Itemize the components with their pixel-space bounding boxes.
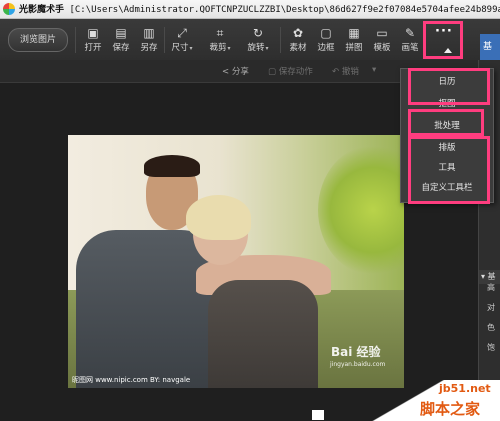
crop-button[interactable]: ⌗ 裁剪▾ [205, 24, 235, 58]
chevron-down-icon: ▾ [189, 45, 193, 52]
template-label: 模板 [373, 43, 391, 53]
browse-images-button[interactable]: 浏览图片 [8, 28, 68, 52]
rotate-button[interactable]: ↻ 旋转▾ [243, 24, 273, 58]
open-icon: ▣ [87, 26, 99, 40]
crop-label: 裁剪 [209, 43, 227, 53]
undo-icon: ↶ [332, 67, 340, 77]
tab-basic[interactable]: 基本 [480, 34, 500, 60]
save-icon: ▤ [115, 26, 127, 40]
resize-label: 尺寸 [171, 43, 189, 53]
photo-foliage [318, 145, 404, 275]
share-button[interactable]: < 分享 [222, 65, 249, 77]
brush-button[interactable]: ✎ 画笔 [395, 24, 425, 58]
open-label: 打开 [84, 43, 102, 53]
template-icon: ▭ [376, 26, 388, 40]
app-logo-icon [3, 3, 15, 15]
template-button[interactable]: ▭ 模板 [367, 24, 397, 58]
photo-woman [208, 280, 318, 388]
collage-label: 拼图 [345, 43, 363, 53]
border-label: 边框 [317, 43, 335, 53]
resize-icon: ⤢ [177, 26, 187, 40]
undo-dropdown-icon[interactable]: ▾ [372, 65, 376, 75]
brush-icon: ✎ [404, 26, 416, 40]
crop-icon: ⌗ [216, 26, 224, 40]
undo-label: 撤销 [341, 67, 359, 77]
save-as-button[interactable]: ▥ 另存 [134, 24, 164, 58]
baidu-watermark-url: jingyan.baidu.com [330, 361, 386, 368]
more-tools-button[interactable]: ··· [423, 21, 463, 59]
toolbar-divider [75, 27, 76, 53]
collage-icon: ▦ [348, 26, 360, 40]
save-button[interactable]: ▤ 保存 [106, 24, 136, 58]
site-logo: jb51.net 脚本之家 [364, 380, 500, 421]
site-name: 脚本之家 [420, 400, 481, 418]
open-button[interactable]: ▣ 打开 [78, 24, 108, 58]
save-as-icon: ▥ [143, 26, 155, 40]
edited-photo: 昵图网 www.nipic.com BY: navgale Bai 经验 jin… [68, 135, 404, 388]
site-url: jb51.net [439, 382, 491, 395]
collage-button[interactable]: ▦ 拼图 [339, 24, 369, 58]
highlight-box-batch [408, 109, 484, 136]
nipic-watermark: 昵图网 www.nipic.com BY: navgale [72, 376, 191, 384]
highlight-box-bottom [408, 136, 490, 204]
material-button[interactable]: ✿ 素材 [283, 24, 313, 58]
undo-button[interactable]: ↶ 撤销 [332, 65, 359, 77]
toolbar-divider [164, 27, 165, 53]
photo-man-hair [144, 155, 200, 177]
more-dots-icon: ··· [435, 24, 453, 39]
save-action-label: 保存动作 [278, 67, 313, 77]
thumbnail-icon [312, 410, 324, 420]
save-label: 保存 [112, 43, 130, 53]
toolbar-divider [280, 27, 281, 53]
brush-label: 画笔 [401, 43, 419, 53]
save-action-button[interactable]: ▢ 保存动作 [268, 65, 313, 77]
saturation-label: 饱 [487, 343, 495, 352]
app-name: 光影魔术手 [19, 5, 65, 15]
contrast-label: 对 [487, 303, 495, 312]
chevron-down-icon: ▾ [265, 45, 269, 52]
share-label: 分享 [231, 67, 249, 77]
chevron-down-icon: ▾ [227, 45, 231, 52]
photo-woman-hair [186, 195, 251, 240]
material-icon: ✿ [292, 26, 304, 40]
color-label: 色 [487, 323, 495, 332]
triangle-down-icon [444, 48, 452, 53]
title-bar: 光影魔术手 [C:\Users\Administrator.QOFTCNPZUC… [0, 0, 500, 19]
baidu-watermark: Bai 经验 [331, 345, 381, 359]
rotate-icon: ↻ [252, 26, 264, 40]
save-action-icon: ▢ [268, 67, 279, 77]
resize-button[interactable]: ⤢ 尺寸▾ [167, 24, 197, 58]
rotate-label: 旋转 [247, 43, 265, 53]
border-icon: ▢ [320, 26, 332, 40]
highlight-box-top [408, 68, 490, 105]
material-label: 素材 [289, 43, 307, 53]
save-as-label: 另存 [140, 43, 158, 53]
share-icon: < [222, 67, 232, 77]
file-path: [C:\Users\Administrator.QOFTCNPZUCLZZBI\… [69, 5, 500, 15]
border-button[interactable]: ▢ 边框 [311, 24, 341, 58]
window-title: 光影魔术手 [C:\Users\Administrator.QOFTCNPZUC… [19, 2, 500, 15]
brightness-label: 高 [487, 283, 495, 292]
